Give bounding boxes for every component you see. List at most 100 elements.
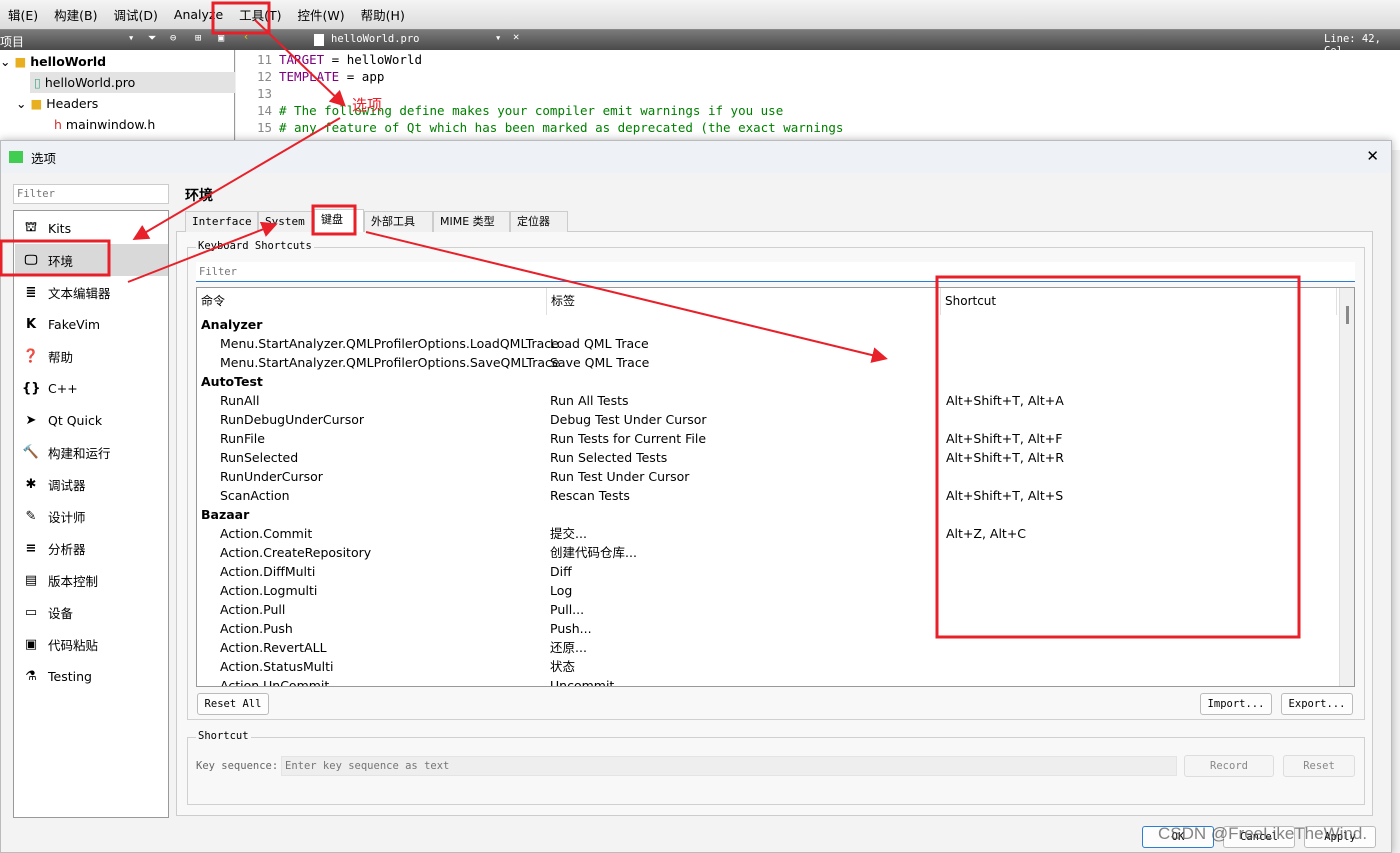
- dropdown-icon[interactable]: ▾: [128, 32, 134, 44]
- filter-icon[interactable]: ⏷: [148, 32, 156, 45]
- category-item[interactable]: ▤ 版本控制: [15, 564, 168, 596]
- category-item[interactable]: ✎ 设计师: [15, 500, 168, 532]
- category-name: Bazaar: [201, 507, 250, 522]
- tree-item-pro-file[interactable]: ▯ helloWorld.pro: [30, 72, 235, 93]
- category-item[interactable]: K FakeVim: [15, 308, 168, 340]
- label-cell: 提交...: [550, 526, 587, 541]
- category-label: 环境: [48, 253, 74, 269]
- shortcut-row[interactable]: RunFile Run Tests for Current File Alt+Shi…: [197, 429, 1337, 448]
- category-row[interactable]: AutoTest: [197, 372, 1337, 391]
- editor-toolbar: 项目 ▾ ⏷ ⊖ ⊞ ▣ ‹ helloWorld.pro ▾ ✕ Line: …: [0, 30, 1400, 57]
- category-label: Testing: [48, 668, 92, 684]
- export-button[interactable]: Export...: [1281, 693, 1353, 715]
- scrollbar-thumb[interactable]: [1346, 306, 1349, 324]
- tab[interactable]: Interface: [185, 211, 258, 232]
- shortcut-cell: Alt+Shift+T, Alt+S: [946, 488, 1064, 503]
- tab[interactable]: 定位器: [510, 211, 568, 232]
- menu-help[interactable]: 帮助(H): [353, 5, 413, 24]
- category-item[interactable]: ➤ Qt Quick: [15, 404, 168, 436]
- shortcut-row[interactable]: Action.CreateRepository 创建代码仓库...: [197, 543, 1337, 562]
- category-item[interactable]: ≣ 文本编辑器: [15, 276, 168, 308]
- shortcut-row[interactable]: Action.UnCommit Uncommit...: [197, 676, 1337, 686]
- category-item[interactable]: 🖵 环境: [15, 244, 168, 276]
- close-icon[interactable]: ✕: [1366, 147, 1379, 165]
- shortcut-row[interactable]: Action.StatusMulti 状态: [197, 657, 1337, 676]
- category-item[interactable]: ❓ 帮助: [15, 340, 168, 372]
- shortcut-row[interactable]: RunAll Run All Tests Alt+Shift+T, Alt+A: [197, 391, 1337, 410]
- project-selector[interactable]: 项目: [0, 33, 24, 50]
- link-icon[interactable]: ⊖: [170, 32, 176, 44]
- category-item[interactable]: ⛫ Kits: [15, 212, 168, 244]
- close-pane-icon[interactable]: ▣: [218, 32, 224, 44]
- shortcut-row[interactable]: Action.RevertALL 还原...: [197, 638, 1337, 657]
- category-item[interactable]: ≡ 分析器: [15, 532, 168, 564]
- menu-tools[interactable]: 工具(T): [231, 5, 289, 24]
- reset-all-button[interactable]: Reset All: [197, 693, 269, 715]
- kits-icon: ⛫: [25, 219, 37, 235]
- category-label: 设备: [48, 605, 74, 621]
- close-file-icon[interactable]: ✕: [513, 31, 519, 43]
- menu-debug[interactable]: 调试(D): [106, 5, 166, 24]
- category-label: Qt Quick: [48, 412, 103, 428]
- command-cell: RunAll: [220, 393, 260, 408]
- shortcut-row[interactable]: Menu.StartAnalyzer.QMLProfilerOptions.Lo…: [197, 334, 1337, 353]
- menu-analyze[interactable]: Analyze: [166, 7, 231, 22]
- import-button[interactable]: Import...: [1200, 693, 1272, 715]
- tab[interactable]: 外部工具: [364, 211, 433, 232]
- column-header-label[interactable]: 标签: [547, 288, 941, 315]
- tab[interactable]: MIME 类型: [433, 211, 510, 232]
- tree-item-headers[interactable]: ⌄ ■ Headers: [16, 93, 98, 114]
- shortcut-row[interactable]: Menu.StartAnalyzer.QMLProfilerOptions.Sa…: [197, 353, 1337, 372]
- tree-item-header-file[interactable]: h mainwindow.h: [54, 114, 155, 135]
- category-label: 帮助: [48, 349, 74, 365]
- code-editor[interactable]: 11 TARGET = helloWorld 12 TEMPLATE = app 1…: [236, 50, 1400, 150]
- category-row[interactable]: Bazaar: [197, 505, 1337, 524]
- back-icon[interactable]: ‹: [243, 31, 249, 43]
- label-cell: Run Test Under Cursor: [550, 469, 690, 484]
- vertical-scrollbar[interactable]: [1339, 288, 1354, 686]
- tab[interactable]: System: [258, 211, 314, 232]
- reset-button[interactable]: Reset: [1283, 755, 1355, 777]
- label-cell: Run All Tests: [550, 393, 629, 408]
- shortcut-row[interactable]: Action.DiffMulti Diff: [197, 562, 1337, 581]
- menu-edit[interactable]: 辑(E): [0, 5, 46, 24]
- split-icon[interactable]: ⊞: [195, 32, 201, 44]
- shortcut-row[interactable]: Action.Commit 提交... Alt+Z, Alt+C: [197, 524, 1337, 543]
- file-icon: [314, 34, 324, 46]
- menu-build[interactable]: 构建(B): [46, 5, 105, 24]
- label-cell: 创建代码仓库...: [550, 545, 637, 560]
- file-dropdown-icon[interactable]: ▾: [495, 32, 501, 44]
- file-tab[interactable]: helloWorld.pro: [331, 33, 420, 45]
- shortcut-row[interactable]: RunDebugUnderCursor Debug Test Under Curs…: [197, 410, 1337, 429]
- column-header-shortcut[interactable]: Shortcut: [941, 288, 1337, 315]
- category-filter-input[interactable]: [13, 184, 169, 204]
- dialog-title: 选项: [31, 150, 57, 166]
- shortcut-row[interactable]: RunUnderCursor Run Test Under Cursor: [197, 467, 1337, 486]
- code-keyword: TARGET: [279, 52, 325, 67]
- shortcut-cell: Alt+Shift+T, Alt+A: [946, 393, 1064, 408]
- monitor-icon: 🖵: [24, 252, 38, 268]
- record-button[interactable]: Record: [1184, 755, 1274, 777]
- category-item[interactable]: ▣ 代码粘贴: [15, 628, 168, 660]
- shortcut-row[interactable]: Action.Pull Pull...: [197, 600, 1337, 619]
- menubar: 辑(E) 构建(B) 调试(D) Analyze 工具(T) 控件(W) 帮助(…: [0, 0, 1400, 30]
- command-cell: Action.Commit: [220, 526, 313, 541]
- key-sequence-input[interactable]: [281, 756, 1177, 776]
- category-row[interactable]: Analyzer: [197, 315, 1337, 334]
- shortcut-row[interactable]: Action.Push Push...: [197, 619, 1337, 638]
- tab[interactable]: 键盘: [314, 209, 364, 232]
- shortcut-filter-input[interactable]: [196, 262, 1355, 282]
- shortcut-row[interactable]: ScanAction Rescan Tests Alt+Shift+T, Alt+S: [197, 486, 1337, 505]
- menu-widgets[interactable]: 控件(W): [290, 5, 353, 24]
- code-text: = app: [339, 69, 385, 84]
- group-label: Shortcut: [196, 730, 251, 742]
- category-item[interactable]: ▭ 设备: [15, 596, 168, 628]
- tree-item-project[interactable]: ⌄ ■ helloWorld: [0, 51, 106, 72]
- category-item[interactable]: ✱ 调试器: [15, 468, 168, 500]
- category-item[interactable]: {} C++: [15, 372, 168, 404]
- shortcut-row[interactable]: RunSelected Run Selected Tests Alt+Shift+T…: [197, 448, 1337, 467]
- shortcut-row[interactable]: Action.Logmulti Log: [197, 581, 1337, 600]
- category-item[interactable]: ⚗ Testing: [15, 660, 168, 692]
- category-item[interactable]: 🔨 构建和运行: [15, 436, 168, 468]
- label-cell: Log: [550, 583, 573, 598]
